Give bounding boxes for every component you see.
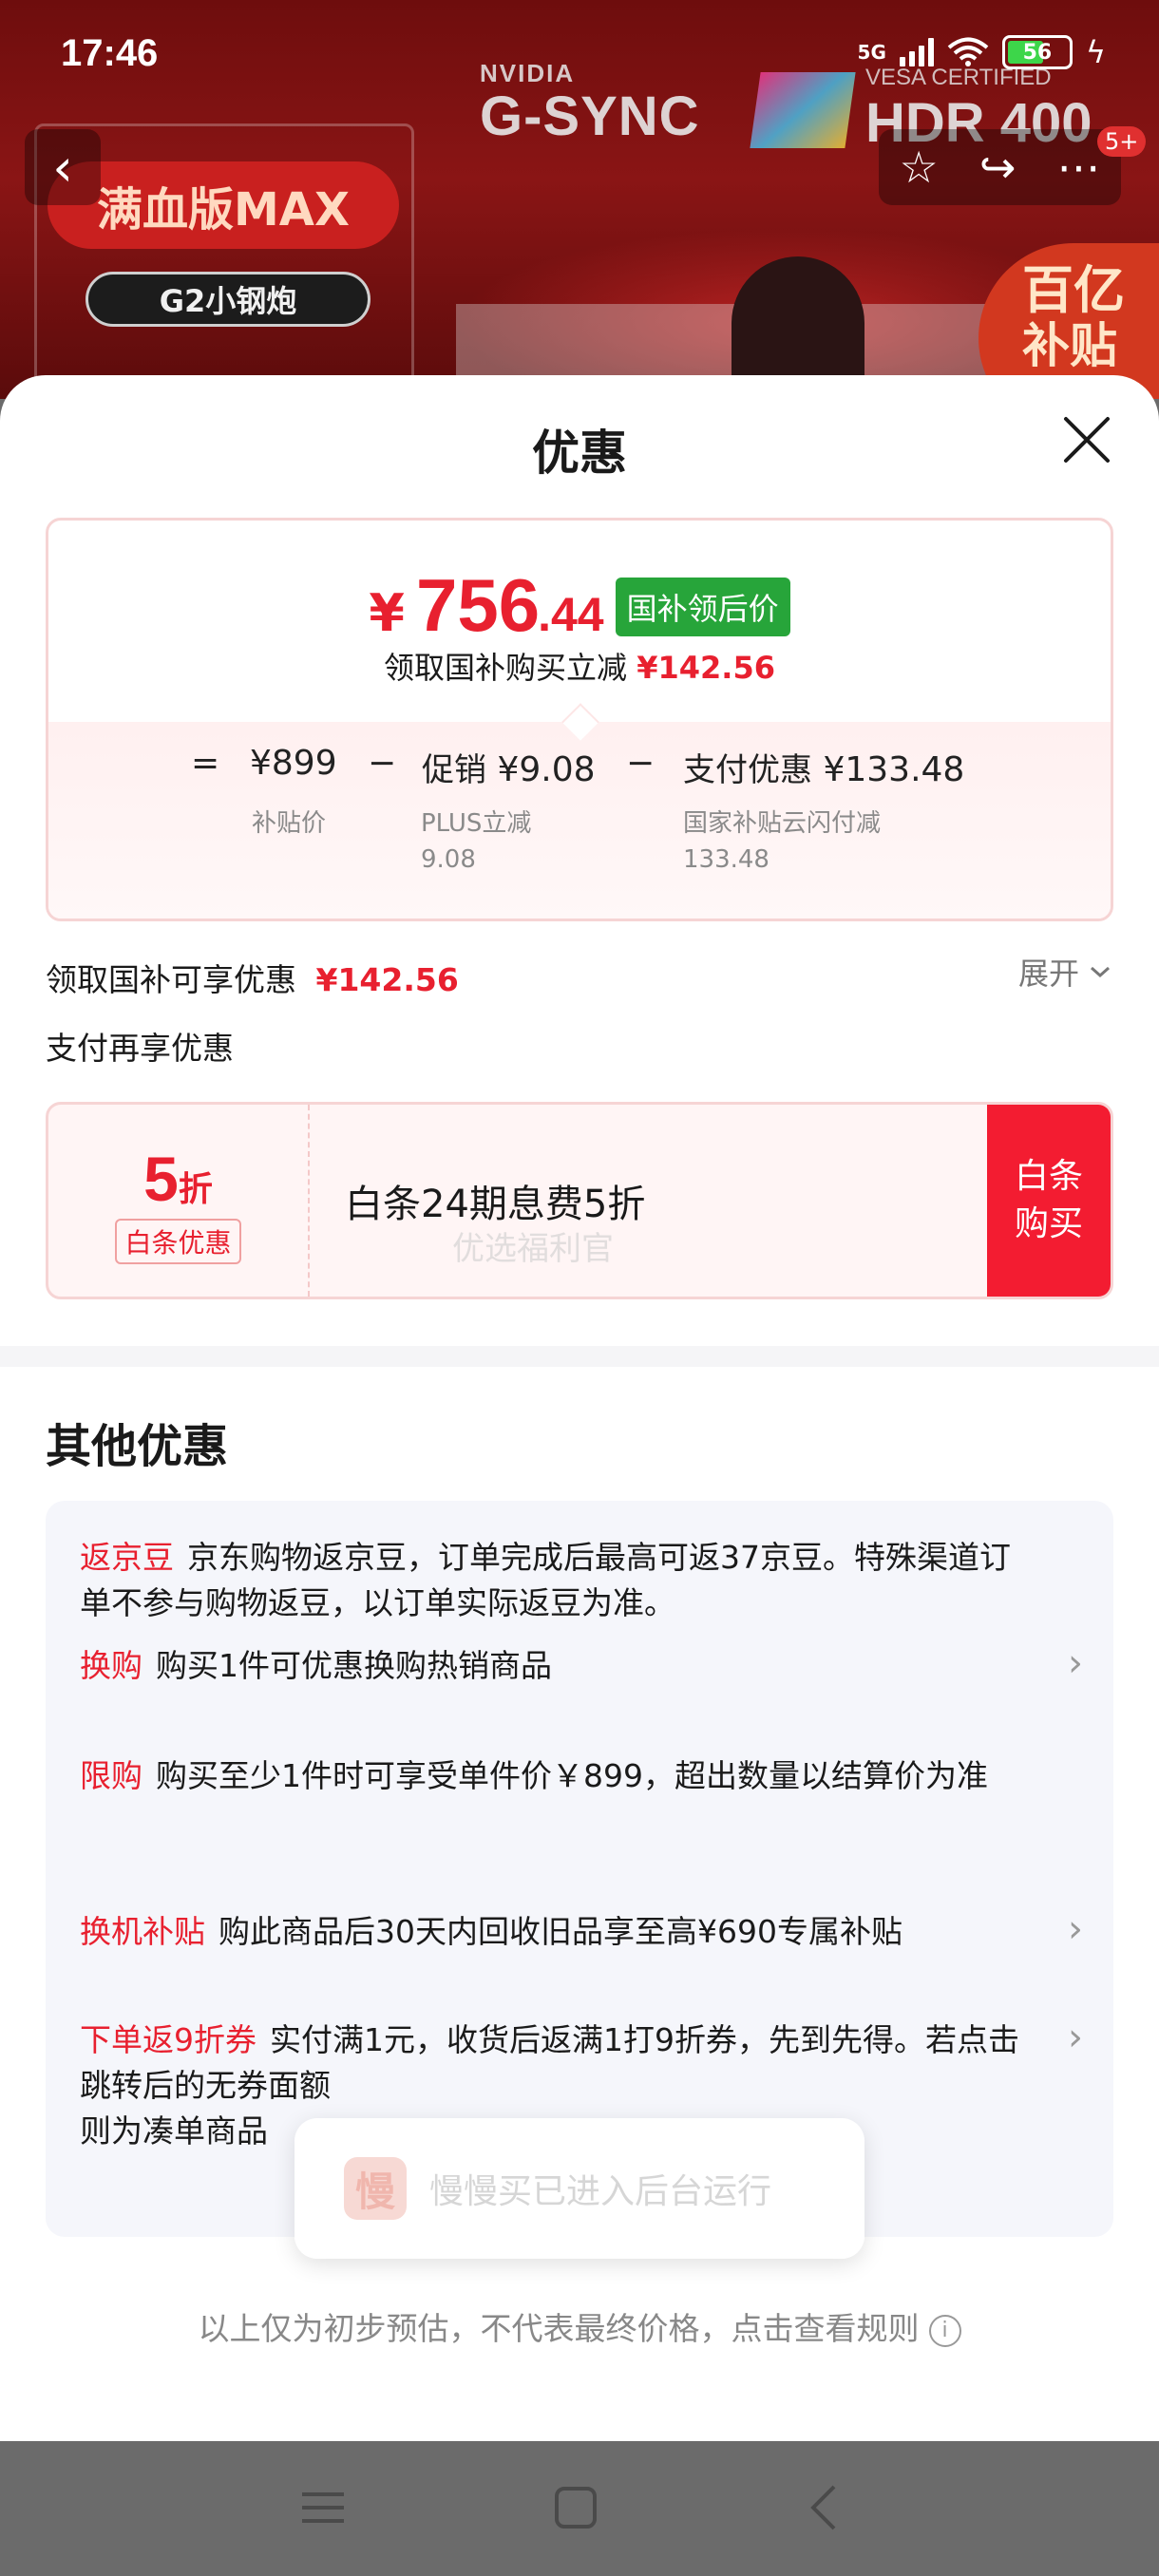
star-icon[interactable]: ☆	[900, 142, 939, 193]
payment-discount-label: 支付优惠	[683, 751, 812, 789]
currency-symbol: ¥	[369, 583, 405, 643]
payment-sub-value: 133.48	[683, 845, 770, 874]
network-type: 5G	[857, 41, 886, 64]
chevron-down-icon	[1091, 966, 1110, 978]
close-icon[interactable]	[1060, 413, 1113, 466]
discount-sheet: 优惠 ¥ 756 .44 国补领后价 领取国补购买立减 ¥142.56 = ¥8…	[0, 375, 1159, 2441]
discount-unit: 折	[178, 1170, 213, 1209]
base-price-label: 补贴价	[252, 809, 327, 838]
battery-icon: 56	[1001, 35, 1073, 69]
status-bar: 17:46 5G 56 ϟ	[0, 0, 1159, 104]
subsidy-price-tag: 国补领后价	[615, 578, 790, 636]
offer-item-exchange[interactable]: 换购 购买1件可优惠换购热销商品	[80, 1643, 1030, 1689]
reduce-value: ¥142.56	[636, 650, 775, 686]
payment-sub-label: 国家补贴云闪付减	[683, 809, 882, 838]
subsidy-line1: 百亿	[1022, 260, 1125, 320]
guobu-row: 领取国补可享优惠 ¥142.56	[46, 955, 459, 1000]
watermark-text: 优选福利官	[452, 1230, 614, 1268]
promo-amount: 促销 ¥9.08	[422, 744, 596, 790]
offer-text: 京东购物返京豆，订单完成后最高可返37京豆。特殊渠道订单不参与购物返豆，以订单实…	[80, 1539, 1011, 1621]
other-offers-title: 其他优惠	[46, 1420, 229, 1473]
app-icon: 慢	[344, 2157, 407, 2220]
offer-tag: 返京豆	[80, 1539, 174, 1576]
offer-text: 购买1件可优惠换购热销商品	[156, 1647, 552, 1684]
final-price-decimal: .44	[538, 588, 604, 641]
offer-text-tail: 无券面额	[205, 2067, 331, 2104]
chevron-right-icon[interactable]: ›	[1068, 2016, 1083, 2059]
disclaimer-link[interactable]: 以上仅为初步预估，不代表最终价格，点击查看规则 i	[0, 2303, 1159, 2349]
offer-item-jingdou: 返京豆 京东购物返京豆，订单完成后最高可返37京豆。特殊渠道订单不参与购物返豆，以…	[80, 1535, 1030, 1626]
banner-graphic	[456, 304, 988, 380]
toast-message: 慢慢买已进入后台运行	[429, 2172, 772, 2211]
back-nav-icon[interactable]	[798, 2479, 855, 2536]
chevron-left-icon: ‹	[52, 137, 73, 198]
share-icon[interactable]: ↪	[979, 142, 1016, 193]
more-icon[interactable]: ⋯	[1056, 142, 1100, 193]
expand-label: 展开	[1017, 956, 1079, 992]
sheet-title: 优惠	[532, 426, 627, 481]
baitiao-buy-button[interactable]: 白条 购买	[987, 1105, 1111, 1297]
offer-tag: 下单返9折券	[80, 2021, 256, 2058]
baitiao-discount: 5折	[48, 1143, 308, 1215]
offer-item-limit: 限购 购买至少1件时可享受单件价￥899，超出数量以结算价为准	[80, 1753, 1030, 1799]
promo-value: ¥9.08	[497, 750, 596, 789]
equals-sign: =	[191, 744, 220, 783]
guobu-label: 领取国补可享优惠	[46, 961, 296, 998]
promo-sub-value: 9.08	[421, 845, 476, 874]
minus-sign: −	[626, 744, 656, 783]
offer-text: 购此商品后30天内回收旧品享至高¥690专属补贴	[218, 1913, 902, 1950]
price-card: ¥ 756 .44 国补领后价 领取国补购买立减 ¥142.56 = ¥899 …	[46, 518, 1113, 921]
buy-label-line2: 购买	[1014, 1204, 1083, 1243]
back-button[interactable]: ‹	[25, 129, 101, 205]
home-icon[interactable]	[547, 2479, 604, 2536]
reduce-label: 领取国补购买立减	[384, 650, 628, 686]
promo-label: 促销	[422, 751, 486, 789]
charging-icon: ϟ	[1085, 34, 1106, 70]
guobu-value: ¥142.56	[315, 961, 459, 998]
offer-text: 购买至少1件时可享受单件价￥899，超出数量以结算价为准	[156, 1757, 988, 1794]
offer-text-line3: 则为凑单商品	[80, 2112, 268, 2150]
reduce-line: 领取国补购买立减 ¥142.56	[48, 644, 1111, 688]
system-nav-bar	[0, 2441, 1159, 2576]
menu-icon[interactable]	[294, 2479, 352, 2536]
offer-tag: 换机补贴	[80, 1913, 205, 1950]
top-action-group: ☆ ↪ ⋯	[879, 129, 1121, 205]
product-banner: NVIDIA G-SYNC VESA CERTIFIED HDR 400 满血版…	[0, 0, 1159, 399]
wifi-icon	[947, 37, 989, 66]
final-price-integer: 756	[415, 563, 541, 647]
status-icons: 5G 56 ϟ	[858, 34, 1106, 70]
minus-sign: −	[368, 744, 397, 783]
battery-level: 56	[1022, 40, 1053, 65]
signal-icon	[899, 38, 934, 66]
baitiao-discount-block: 5折 白条优惠	[48, 1105, 310, 1297]
base-price-value: ¥899	[250, 744, 337, 783]
background-running-toast: 慢 慢慢买已进入后台运行	[294, 2118, 864, 2259]
promo-g2-label: G2小钢炮	[86, 272, 370, 327]
disclaimer-text: 以上仅为初步预估，不代表最终价格，点击查看规则	[198, 2310, 920, 2347]
info-icon: i	[928, 2314, 961, 2347]
message-count-badge: 5+	[1097, 126, 1147, 157]
section-divider	[0, 1346, 1159, 1367]
payment-discount-value: ¥133.48	[823, 750, 965, 789]
baitiao-description: 白条24期息费5折	[345, 1183, 646, 1226]
expand-button[interactable]: 展开	[1018, 950, 1112, 994]
discount-number: 5	[143, 1144, 179, 1214]
subsidy-line2: 补贴	[1022, 318, 1117, 373]
pay-again-label: 支付再享优惠	[46, 1030, 234, 1067]
chevron-right-icon[interactable]: ›	[1068, 1641, 1083, 1685]
promo-sub-label: PLUS立减	[421, 809, 532, 838]
baitiao-offer-card: 5折 白条优惠 白条24期息费5折 优选福利官 白条购买	[46, 1102, 1113, 1299]
offer-tag: 换购	[80, 1647, 142, 1684]
offer-tag: 限购	[80, 1757, 142, 1794]
status-time: 17:46	[61, 32, 159, 74]
final-price: ¥ 756 .44 国补领后价	[48, 562, 1111, 649]
buy-label-line1: 白条	[1014, 1157, 1083, 1196]
offer-item-tradein[interactable]: 换机补贴 购此商品后30天内回收旧品享至高¥690专属补贴	[80, 1909, 1030, 1955]
baitiao-tag: 白条优惠	[115, 1219, 241, 1264]
chevron-right-icon[interactable]: ›	[1068, 1907, 1083, 1951]
payment-discount: 支付优惠 ¥133.48	[683, 744, 964, 790]
